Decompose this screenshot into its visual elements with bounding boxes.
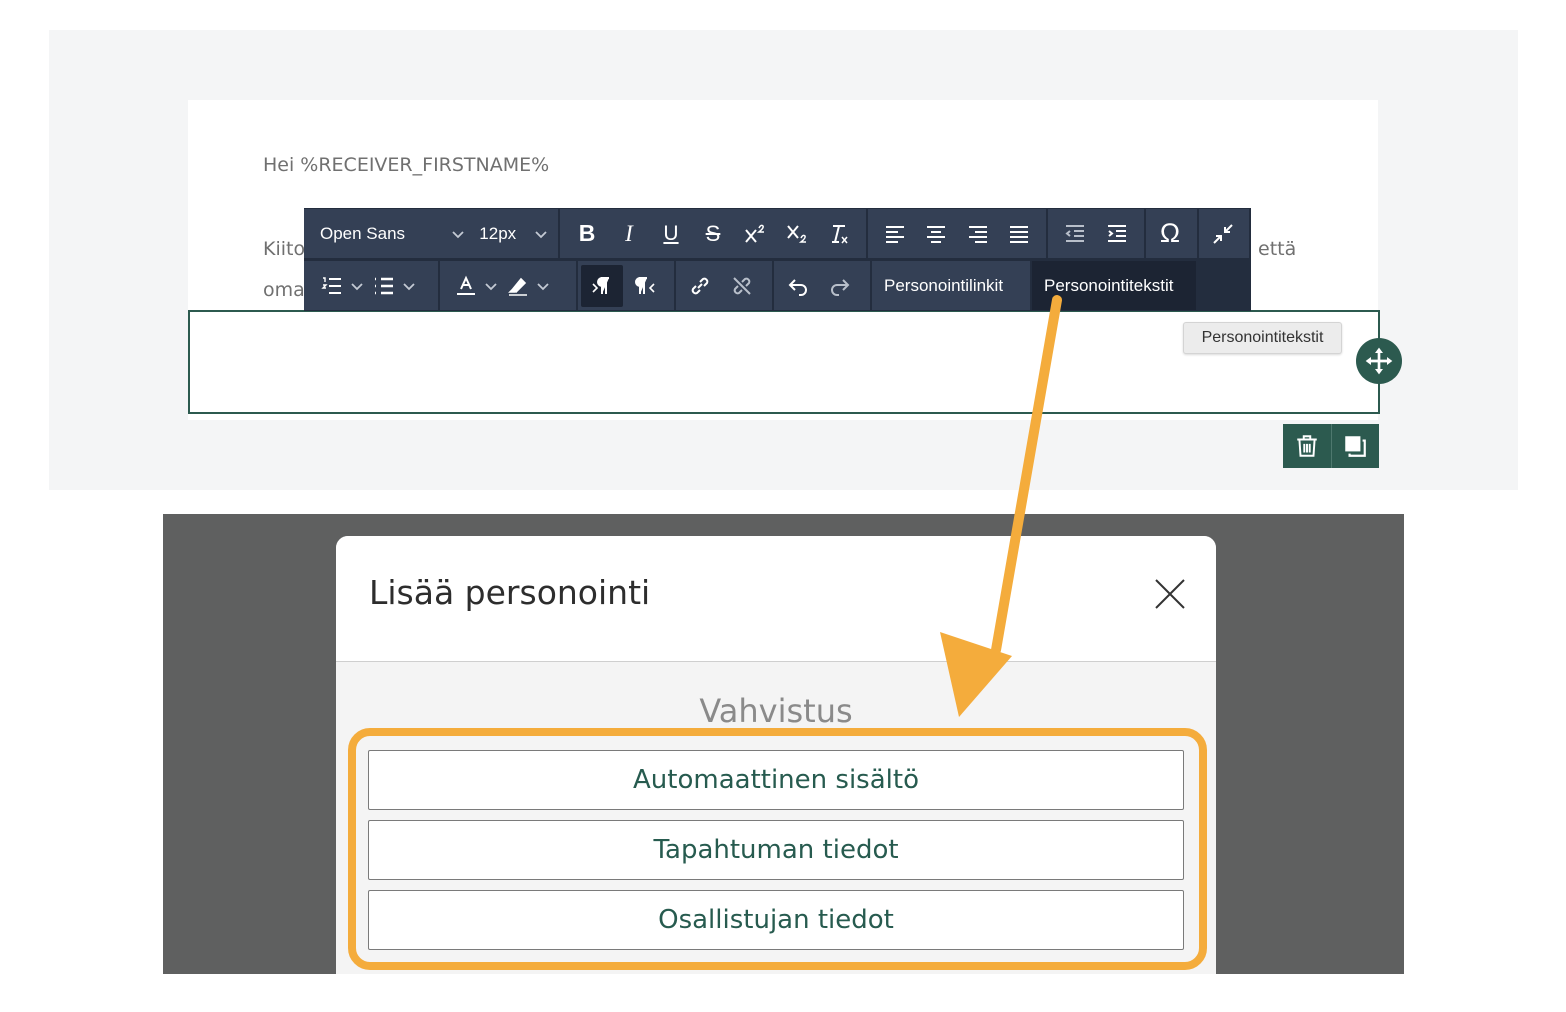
chevron-down-icon — [535, 230, 547, 238]
subscript-icon — [787, 224, 806, 243]
ltr-direction-button[interactable] — [581, 264, 623, 307]
font-size-value: 12px — [479, 223, 517, 243]
link-icon — [691, 277, 709, 294]
chevron-down-icon[interactable] — [402, 279, 416, 293]
special-character-button[interactable]: Ω — [1149, 213, 1191, 255]
strikethrough-button[interactable]: S — [692, 213, 734, 255]
remove-link-button[interactable] — [721, 265, 763, 307]
align-justify-button[interactable] — [999, 213, 1041, 255]
format-group: B I U S — [560, 209, 866, 258]
undo-button[interactable] — [777, 265, 819, 307]
color-group — [440, 261, 576, 310]
chevron-down-icon[interactable] — [350, 279, 364, 293]
personalization-links-group: Personointilinkit — [872, 261, 1030, 310]
redo-icon — [831, 278, 850, 296]
minimize-icon — [1213, 223, 1233, 244]
underline-button[interactable]: U — [650, 213, 692, 255]
unlink-icon — [733, 276, 751, 295]
rtl-paragraph-icon — [635, 276, 655, 294]
bullet-list-button[interactable] — [370, 265, 398, 307]
superscript-icon — [745, 224, 764, 243]
rich-text-toolbar: Open Sans 12px B I U S Ω Personointilink… — [304, 208, 1251, 311]
outdent-button[interactable] — [1054, 213, 1096, 255]
direction-group — [578, 261, 674, 310]
insert-link-button[interactable] — [679, 265, 721, 307]
text-color-icon — [457, 275, 475, 295]
move-icon — [1365, 347, 1393, 375]
font-group: Open Sans 12px — [304, 209, 558, 258]
clear-format-button[interactable] — [818, 213, 860, 255]
text-color-button[interactable] — [452, 265, 480, 307]
rtl-direction-button[interactable] — [623, 265, 665, 307]
align-justify-icon — [1010, 225, 1029, 243]
special-char-group: Ω — [1146, 209, 1197, 258]
bullet-list-icon — [375, 277, 393, 294]
align-left-icon — [885, 225, 904, 243]
body-text-line-end: että — [1258, 238, 1297, 260]
close-icon[interactable] — [1152, 576, 1188, 612]
link-group — [676, 261, 772, 310]
numbered-list-button[interactable] — [318, 265, 346, 307]
highlighter-icon — [508, 277, 527, 296]
numbered-list-icon — [321, 276, 341, 294]
italic-button[interactable]: I — [608, 213, 650, 255]
list-group — [304, 261, 438, 310]
history-group — [774, 261, 870, 310]
redo-button[interactable] — [819, 265, 861, 307]
tooltip: Personointitekstit — [1183, 322, 1342, 354]
dialog-title: Lisää personointi — [369, 573, 651, 612]
greeting-text: Hei %RECEIVER_FIRSTNAME% — [263, 154, 550, 176]
highlight-color-button[interactable] — [504, 265, 532, 307]
chevron-down-icon[interactable] — [536, 279, 550, 293]
align-left-button[interactable] — [874, 213, 916, 255]
ltr-paragraph-icon — [592, 276, 609, 294]
align-right-button[interactable] — [957, 213, 999, 255]
dialog-header: Lisää personointi — [336, 536, 1216, 662]
superscript-button[interactable] — [734, 213, 776, 255]
align-right-icon — [968, 225, 987, 243]
font-family-dropdown[interactable]: Open Sans — [320, 224, 465, 244]
bold-button[interactable]: B — [566, 213, 608, 255]
chevron-down-icon[interactable] — [484, 279, 498, 293]
body-text-line: Kiito — [263, 238, 306, 260]
duplicate-icon — [1345, 436, 1367, 457]
outdent-icon — [1065, 224, 1084, 242]
indent-button[interactable] — [1096, 213, 1138, 255]
align-center-icon — [927, 225, 946, 243]
alignment-group — [868, 209, 1046, 258]
personalization-links-button[interactable]: Personointilinkit — [872, 261, 1015, 310]
font-family-value: Open Sans — [320, 223, 406, 243]
align-center-button[interactable] — [916, 213, 958, 255]
section-title: Vahvistus — [699, 692, 853, 730]
indent-icon — [1108, 224, 1126, 242]
delete-block-button[interactable] — [1283, 424, 1331, 468]
chevron-down-icon — [452, 230, 464, 238]
trash-icon — [1297, 435, 1317, 457]
block-actions — [1283, 424, 1379, 468]
indent-group — [1048, 209, 1144, 258]
subscript-button[interactable] — [776, 213, 818, 255]
clear-format-icon — [832, 224, 848, 243]
exit-fullscreen-button[interactable] — [1202, 213, 1244, 255]
fullscreen-group — [1199, 209, 1249, 258]
duplicate-block-button[interactable] — [1330, 424, 1380, 468]
personalization-texts-group: Personointitekstit — [1032, 261, 1196, 310]
undo-icon — [788, 278, 807, 296]
font-size-dropdown[interactable]: 12px — [479, 224, 548, 244]
personalization-texts-button[interactable]: Personointitekstit — [1032, 261, 1185, 310]
highlight-frame — [348, 728, 1207, 970]
body-text-line: oma — [263, 279, 305, 301]
move-block-button[interactable] — [1356, 338, 1402, 384]
